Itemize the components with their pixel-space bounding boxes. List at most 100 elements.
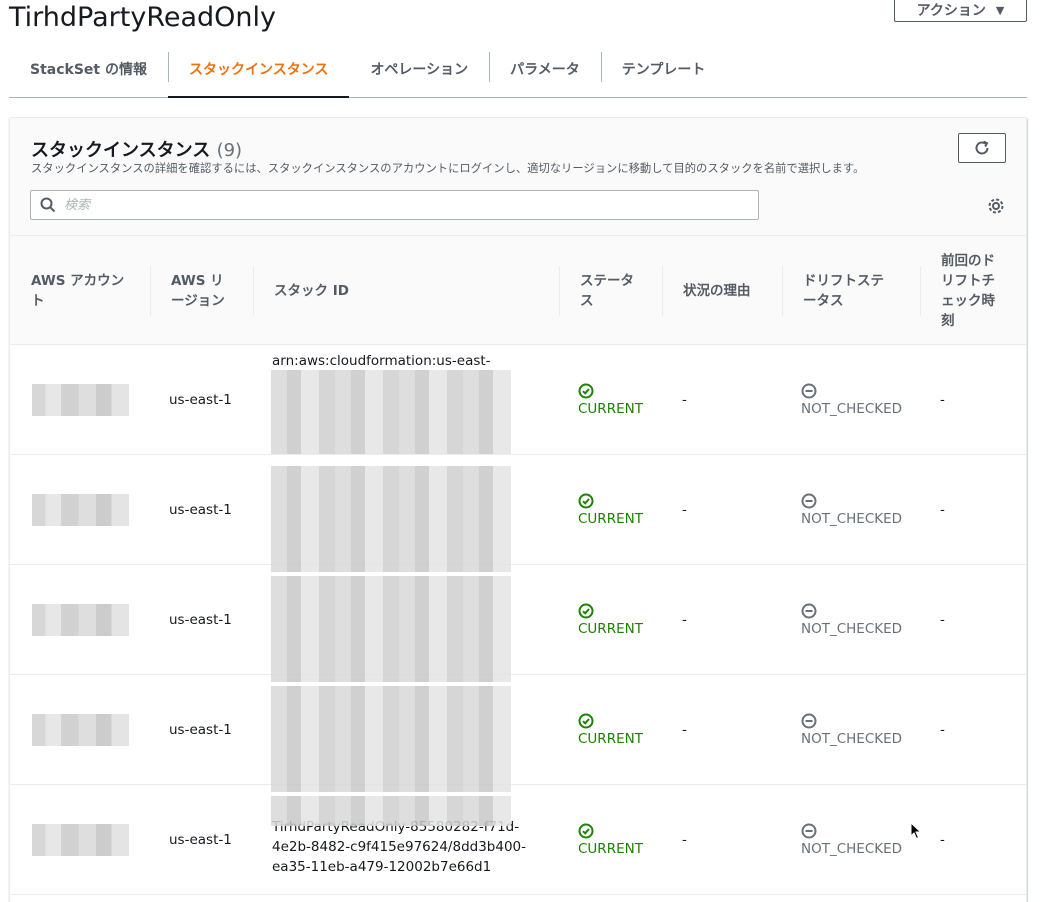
tab-stack-instances[interactable]: スタックインスタンス [167,40,350,98]
region-text: us-east-1 [169,392,232,408]
minus-circle-icon [801,383,817,399]
refresh-icon [975,140,989,155]
drift-status-text: NOT_CHECKED [801,511,903,527]
stack-id-text[interactable]: ea35-11eb-a479-12002b7e66d1 [272,857,526,877]
status-reason-cell: - [682,345,782,455]
status-reason-cell: - [682,675,782,785]
redacted-stack-id [271,576,511,682]
status-reason-text: - [682,832,687,848]
redacted-account-id [32,824,129,856]
column-label: 状況の理由 [683,282,751,299]
drift-status-text: NOT_CHECKED [801,731,903,747]
status-text: CURRENT [578,401,643,417]
table-settings-button[interactable] [986,196,1006,216]
minus-circle-icon [801,823,817,839]
column-label: AWS リ [171,272,224,289]
region-text: us-east-1 [169,722,232,738]
column-label: ドリフトステ [803,272,884,289]
tab-template[interactable]: テンプレート [600,40,727,97]
search-input[interactable] [64,197,714,213]
table-row: us-east-1 CURRENT - NOT_CHECKED - [10,675,1026,785]
panel-description: スタックインスタンスの詳細を確認するには、スタックインスタンスのアカウントにログ… [31,162,865,175]
drift-status-cell: NOT_CHECKED [801,785,921,895]
aws-account-cell [32,785,142,895]
redacted-account-id [32,384,129,416]
region-text: us-east-1 [169,832,232,848]
redacted-account-id [32,494,129,526]
refresh-button[interactable] [958,133,1006,163]
minus-circle-icon [801,603,817,619]
stack-id-text[interactable]: arn:aws:cloudformation:us-east- [272,351,491,371]
status-cell: CURRENT [578,565,668,675]
status-text: CURRENT [578,731,643,747]
status-reason-text: - [682,612,687,628]
search-icon [40,197,56,213]
region-cell: us-east-1 [169,675,259,785]
check-circle-icon [578,603,594,619]
table-row: us-east-1 arn:aws:cloudformation:us-east-… [10,345,1026,455]
last-drift-check-cell: - [940,345,1020,455]
redacted-stack-id [271,796,511,826]
last-drift-check-cell: - [940,455,1020,565]
drift-status-cell: NOT_CHECKED [801,345,921,455]
region-text: us-east-1 [169,612,232,628]
table-header: AWS アカウント AWS リージョン スタック ID ステータス 状況の理由 … [10,236,1026,345]
column-header-status[interactable]: ステータス [559,236,662,345]
last-drift-check-text: - [940,832,945,848]
tab-parameters[interactable]: パラメータ [489,40,601,97]
stack-id-text[interactable]: 4e2b-8482-c9f415e97624/8dd3b400- [272,837,526,857]
status-text: CURRENT [578,511,643,527]
check-circle-icon [578,383,594,399]
region-cell: us-east-1 [169,785,259,895]
last-drift-check-text: - [940,502,945,518]
column-header-aws-account[interactable]: AWS アカウント [10,236,150,345]
column-label: ェック時 [941,292,995,309]
stack-instances-panel: スタックインスタンス (9) スタックインスタンスの詳細を確認するには、スタック… [9,117,1027,902]
column-label: ージョン [171,292,225,309]
drift-status-cell: NOT_CHECKED [801,455,921,565]
status-reason-text: - [682,502,687,518]
column-header-stack-id[interactable]: スタック ID [253,236,559,345]
column-header-aws-region[interactable]: AWS リージョン [150,236,253,345]
column-label: 前回のド [941,252,995,269]
region-cell: us-east-1 [169,345,259,455]
last-drift-check-cell: - [940,785,1020,895]
status-reason-cell: - [682,455,782,565]
status-cell: CURRENT [578,345,668,455]
redacted-account-id [32,604,129,636]
aws-account-cell [32,565,142,675]
column-label: ス [580,292,594,309]
status-reason-text: - [682,392,687,408]
region-text: us-east-1 [169,502,232,518]
region-cell: us-east-1 [169,455,259,565]
redacted-account-id [32,714,129,746]
status-cell: CURRENT [578,455,668,565]
aws-account-cell [32,455,142,565]
region-cell: us-east-1 [169,565,259,675]
instance-count: (9) [216,140,243,161]
last-drift-check-text: - [940,612,945,628]
table-row: us-east-1 TirhdPartyReadOnly-85580282-f71… [10,785,1026,895]
tab-operations[interactable]: オペレーション [349,40,489,97]
drift-status-cell: NOT_CHECKED [801,565,921,675]
actions-dropdown-button[interactable]: アクション ▼ [894,0,1027,22]
tab-stackset-info[interactable]: StackSet の情報 [9,40,168,97]
status-cell: CURRENT [578,785,668,895]
page-title: TirhdPartyReadOnly [9,2,277,33]
mouse-cursor-icon [910,822,922,840]
minus-circle-icon [801,713,817,729]
minus-circle-icon [801,493,817,509]
last-drift-check-text: - [940,392,945,408]
column-header-status-reason[interactable]: 状況の理由 [662,236,782,345]
redacted-stack-id [271,466,511,572]
aws-account-cell [32,675,142,785]
table-row: us-east-1 CURRENT - NOT_CHECKED - [10,565,1026,675]
column-header-drift-status[interactable]: ドリフトステ ータス [782,236,920,345]
column-label: AWS アカウン [31,272,125,289]
last-drift-check-cell: - [940,675,1020,785]
drift-status-text: NOT_CHECKED [801,841,903,857]
search-field [30,190,759,220]
drift-status-cell: NOT_CHECKED [801,675,921,785]
column-header-last-drift-check[interactable]: 前回のド リフトチ ェック時 刻 [920,236,1026,345]
drift-status-text: NOT_CHECKED [801,401,903,417]
